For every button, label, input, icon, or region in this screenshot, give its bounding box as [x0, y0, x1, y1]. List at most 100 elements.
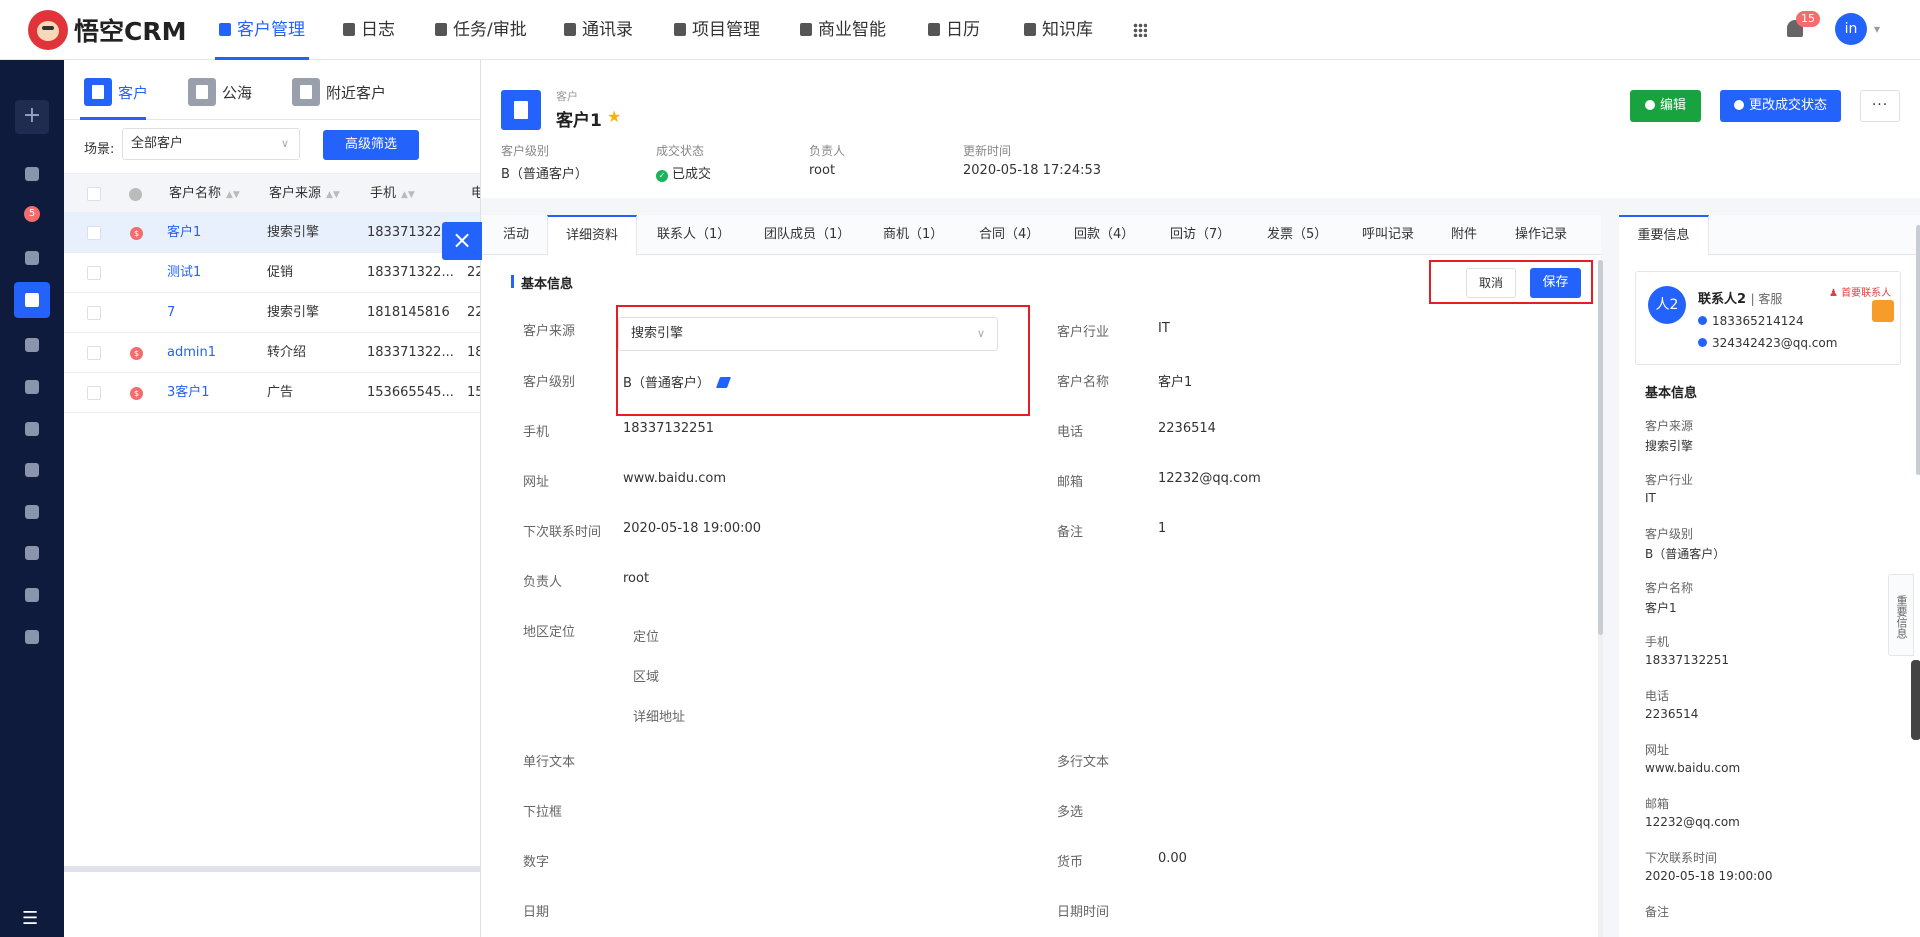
field-value-remark[interactable]: 1 [1158, 521, 1166, 536]
table-row[interactable]: $ admin1 转介绍 183371322... 18 [64, 333, 484, 373]
field-value-website[interactable]: www.baidu.com [623, 471, 726, 486]
field-value-next-contact[interactable]: 2020-05-18 19:00:00 [623, 521, 761, 536]
customer-name-link[interactable]: 7 [167, 293, 262, 333]
horizontal-scrollbar[interactable] [64, 866, 484, 872]
send-icon[interactable] [25, 630, 39, 644]
row-checkbox[interactable] [87, 306, 101, 320]
nav-task-approval[interactable]: 任务/审批 [435, 0, 527, 60]
close-detail-button[interactable]: × [442, 222, 482, 260]
field-value-tel[interactable]: 2236514 [1158, 421, 1216, 436]
row-checkbox[interactable] [87, 386, 101, 400]
nav-contacts[interactable]: 通讯录 [564, 0, 633, 60]
nav-customer-management[interactable]: 客户管理 [215, 0, 309, 60]
chevron-down-icon[interactable]: ▾ [1874, 22, 1880, 36]
region-address[interactable]: 详细地址 [633, 706, 685, 725]
customer-name-link[interactable]: 测试1 [167, 253, 262, 293]
row-checkbox[interactable] [87, 226, 101, 240]
edge-handle[interactable] [1911, 660, 1920, 740]
edit-button[interactable]: 编辑 [1630, 90, 1701, 122]
quick-add-button[interactable]: + [15, 100, 49, 134]
tab-contacts[interactable]: 联系人（1） [657, 215, 730, 255]
table-row[interactable]: $ 3客户1 广告 153665545... 15 [64, 373, 484, 413]
table-row[interactable]: 7 搜索引擎 1818145816 22 [64, 293, 484, 333]
tab-call-records[interactable]: 呼叫记录 [1362, 215, 1414, 255]
more-button[interactable]: ··· [1860, 90, 1900, 122]
deal-status-header-icon [129, 188, 142, 201]
tab-important-info[interactable]: 重要信息 [1619, 215, 1709, 255]
mail-icon [1698, 338, 1707, 347]
field-value-level[interactable]: B（普通客户） [623, 372, 731, 391]
tab-customer[interactable]: 客户 [84, 78, 148, 106]
cell-mobile: 183371322... [367, 345, 454, 360]
field-label-number: 数字 [523, 855, 550, 870]
tab-operation-log[interactable]: 操作记录 [1515, 215, 1567, 255]
side-value-name: 客户1 [1645, 601, 1677, 615]
rail-badge[interactable]: 5 [24, 206, 40, 222]
contract-icon[interactable] [25, 422, 39, 436]
tab-activity[interactable]: 活动 [503, 215, 529, 255]
field-value-mobile[interactable]: 18337132251 [623, 421, 714, 436]
tab-public-sea[interactable]: 公海 [188, 78, 252, 106]
side-label-name: 客户名称 [1645, 581, 1694, 595]
tab-opportunities[interactable]: 商机（1） [883, 215, 943, 255]
nav-knowledge[interactable]: 知识库 [1024, 0, 1093, 60]
scene-select[interactable]: 全部客户 ∨ [122, 128, 300, 160]
important-info-toggle[interactable]: 重要信息 [1888, 574, 1914, 656]
tab-payments[interactable]: 回款（4） [1074, 215, 1134, 255]
region-locate[interactable]: 定位 [633, 626, 659, 645]
advanced-filter-button[interactable]: 高级筛选 [323, 130, 419, 160]
nav-calendar[interactable]: 日历 [928, 0, 980, 60]
nav-log[interactable]: 日志 [343, 0, 395, 60]
contact-rail-icon[interactable] [25, 338, 39, 352]
tab-team[interactable]: 团队成员（1） [764, 215, 850, 255]
field-value-owner[interactable]: root [623, 571, 649, 586]
field-value-customer-name[interactable]: 客户1 [1158, 371, 1192, 390]
cancel-button[interactable]: 取消 [1466, 268, 1516, 298]
customer-name-link[interactable]: admin1 [167, 333, 262, 373]
nav-project[interactable]: 项目管理 [674, 0, 760, 60]
customer-name-link[interactable]: 客户1 [167, 213, 262, 253]
row-checkbox[interactable] [87, 346, 101, 360]
table-row[interactable]: $ 客户1 搜索引擎 183371322... 22 [64, 213, 484, 253]
tab-nearby-customers[interactable]: 附近客户 [292, 78, 386, 106]
star-icon[interactable]: ★ [607, 107, 621, 126]
tab-attachments[interactable]: 附件 [1451, 215, 1477, 255]
save-button[interactable]: 保存 [1530, 268, 1581, 298]
tab-visits[interactable]: 回访（7） [1170, 215, 1230, 255]
primary-contact-card[interactable]: 人2 联系人2 | 客服 ♟ 首要联系人 183365214124 324342… [1635, 271, 1901, 365]
field-value-email[interactable]: 12232@qq.com [1158, 471, 1261, 486]
home-icon[interactable] [25, 546, 39, 560]
customer-name-link[interactable]: 3客户1 [167, 373, 262, 413]
menu-toggle-icon[interactable]: ☰ [22, 908, 38, 929]
nav-bi[interactable]: 商业智能 [800, 0, 886, 60]
contact-email: 324342423@qq.com [1698, 336, 1837, 350]
dashboard-icon[interactable] [25, 167, 39, 181]
field-value-industry[interactable]: IT [1158, 321, 1170, 336]
change-deal-status-button[interactable]: 更改成交状态 [1720, 90, 1841, 122]
user-avatar[interactable]: in [1835, 13, 1867, 45]
tab-contracts[interactable]: 合同（4） [979, 215, 1039, 255]
region-area[interactable]: 区域 [633, 666, 659, 685]
field-value-currency[interactable]: 0.00 [1158, 851, 1187, 866]
tab-invoices[interactable]: 发票（5） [1267, 215, 1327, 255]
clue-icon[interactable] [25, 251, 39, 265]
row-checkbox[interactable] [87, 266, 101, 280]
pencil-icon[interactable] [715, 377, 731, 388]
apps-grid-icon[interactable] [1133, 23, 1147, 37]
table-row[interactable]: 测试1 促销 183371322... 22 [64, 253, 484, 293]
customer-rail-icon[interactable] [14, 282, 50, 318]
tab-details[interactable]: 详细资料 [547, 215, 637, 256]
side-scrollbar[interactable] [1916, 225, 1920, 475]
money-icon[interactable] [25, 380, 39, 394]
column-header-source[interactable]: 客户来源 ▲▼ [269, 174, 340, 214]
call-button[interactable] [1872, 300, 1894, 322]
column-header-mobile[interactable]: 手机 ▲▼ [370, 174, 415, 214]
invoice-icon[interactable] [25, 505, 39, 519]
payment-icon[interactable] [25, 463, 39, 477]
select-all-checkbox[interactable] [87, 187, 101, 201]
column-header-name[interactable]: 客户名称 ▲▼ [169, 174, 240, 214]
customer-source-select[interactable]: 搜索引擎 ∨ [618, 317, 998, 351]
brand-logo[interactable]: 悟空CRM [28, 10, 186, 50]
product-icon[interactable] [25, 588, 39, 602]
detail-scrollbar[interactable] [1598, 260, 1603, 937]
